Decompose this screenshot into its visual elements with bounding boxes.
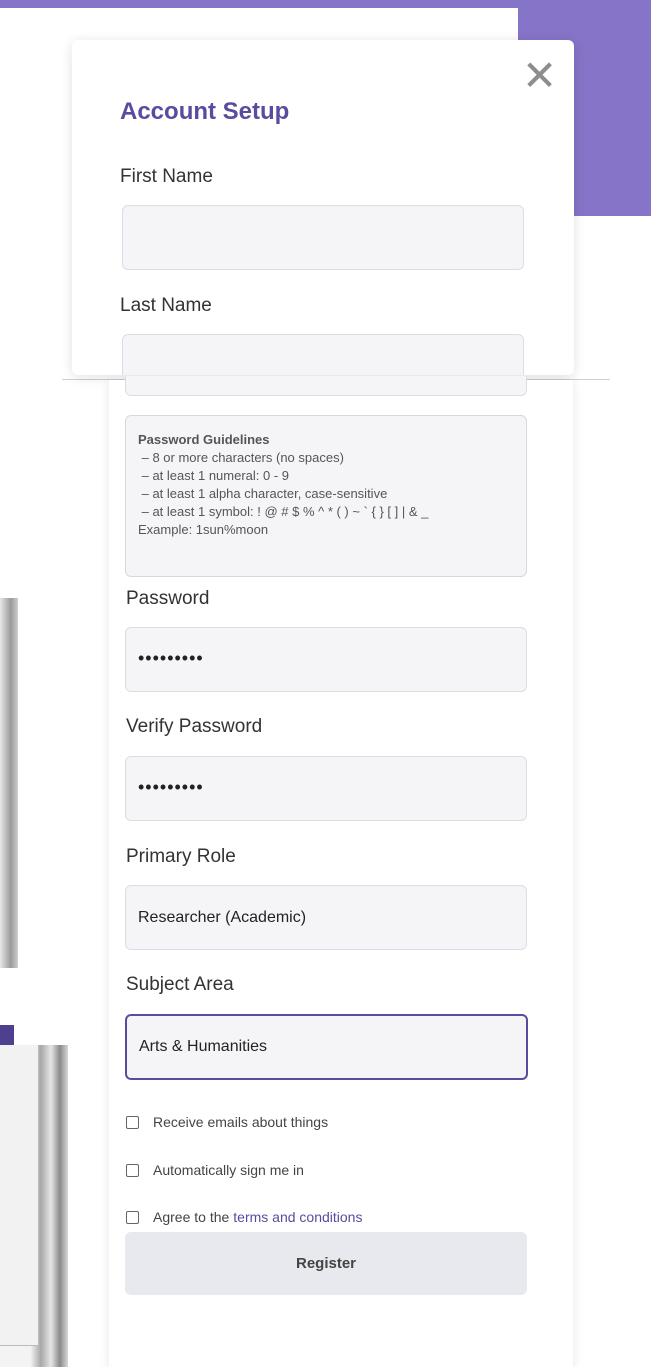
last-name-label: Last Name: [120, 295, 212, 316]
emails-checkbox-row[interactable]: Receive emails about things: [126, 1114, 328, 1130]
password-label: Password: [126, 588, 210, 609]
background-window: [0, 598, 18, 968]
agree-terms-label: Agree to the: [153, 1209, 230, 1225]
auto-sign-in-checkbox[interactable]: [126, 1163, 139, 1177]
close-icon[interactable]: ✕: [522, 55, 557, 97]
password-guidelines: Password Guidelines – 8 or more characte…: [125, 415, 527, 577]
guidelines-title: Password Guidelines: [138, 432, 270, 447]
last-name-field[interactable]: [122, 334, 524, 375]
background-window: [0, 1045, 68, 1367]
auto-sign-in-label: Automatically sign me in: [153, 1162, 304, 1178]
last-name-field-scrolled[interactable]: [125, 376, 527, 396]
emails-checkbox[interactable]: [126, 1115, 139, 1129]
account-setup-card: ✕ Account Setup First Name Last Name: [72, 40, 574, 375]
subject-area-select[interactable]: Arts & Humanities: [125, 1014, 528, 1080]
emails-checkbox-label: Receive emails about things: [153, 1114, 329, 1130]
agree-terms-checkbox-row[interactable]: Agree to the terms and conditions: [126, 1209, 362, 1225]
guideline-item: – 8 or more characters (no spaces): [138, 450, 344, 465]
background-window-titlebar: [0, 1025, 14, 1047]
first-name-field[interactable]: [122, 205, 524, 270]
guideline-item: – at least 1 numeral: 0 - 9: [138, 468, 290, 483]
terms-link[interactable]: terms and conditions: [233, 1209, 362, 1225]
auto-sign-in-checkbox-row[interactable]: Automatically sign me in: [126, 1162, 304, 1178]
guideline-example: Example: 1sun%moon: [138, 522, 269, 537]
guideline-item: – at least 1 symbol: ! @ # $ % ^ * ( ) ~…: [138, 504, 429, 519]
verify-password-label: Verify Password: [126, 716, 263, 737]
password-field[interactable]: •••••••••: [125, 627, 527, 692]
register-button[interactable]: Register: [125, 1232, 527, 1295]
first-name-label: First Name: [120, 166, 213, 187]
primary-role-select[interactable]: Researcher (Academic): [125, 885, 527, 950]
verify-password-field[interactable]: •••••••••: [125, 756, 527, 821]
page-title: Account Setup: [120, 98, 290, 125]
agree-terms-checkbox[interactable]: [126, 1210, 139, 1224]
guideline-item: – at least 1 alpha character, case-sensi…: [138, 486, 388, 501]
subject-area-label: Subject Area: [126, 974, 234, 995]
primary-role-label: Primary Role: [126, 846, 236, 867]
